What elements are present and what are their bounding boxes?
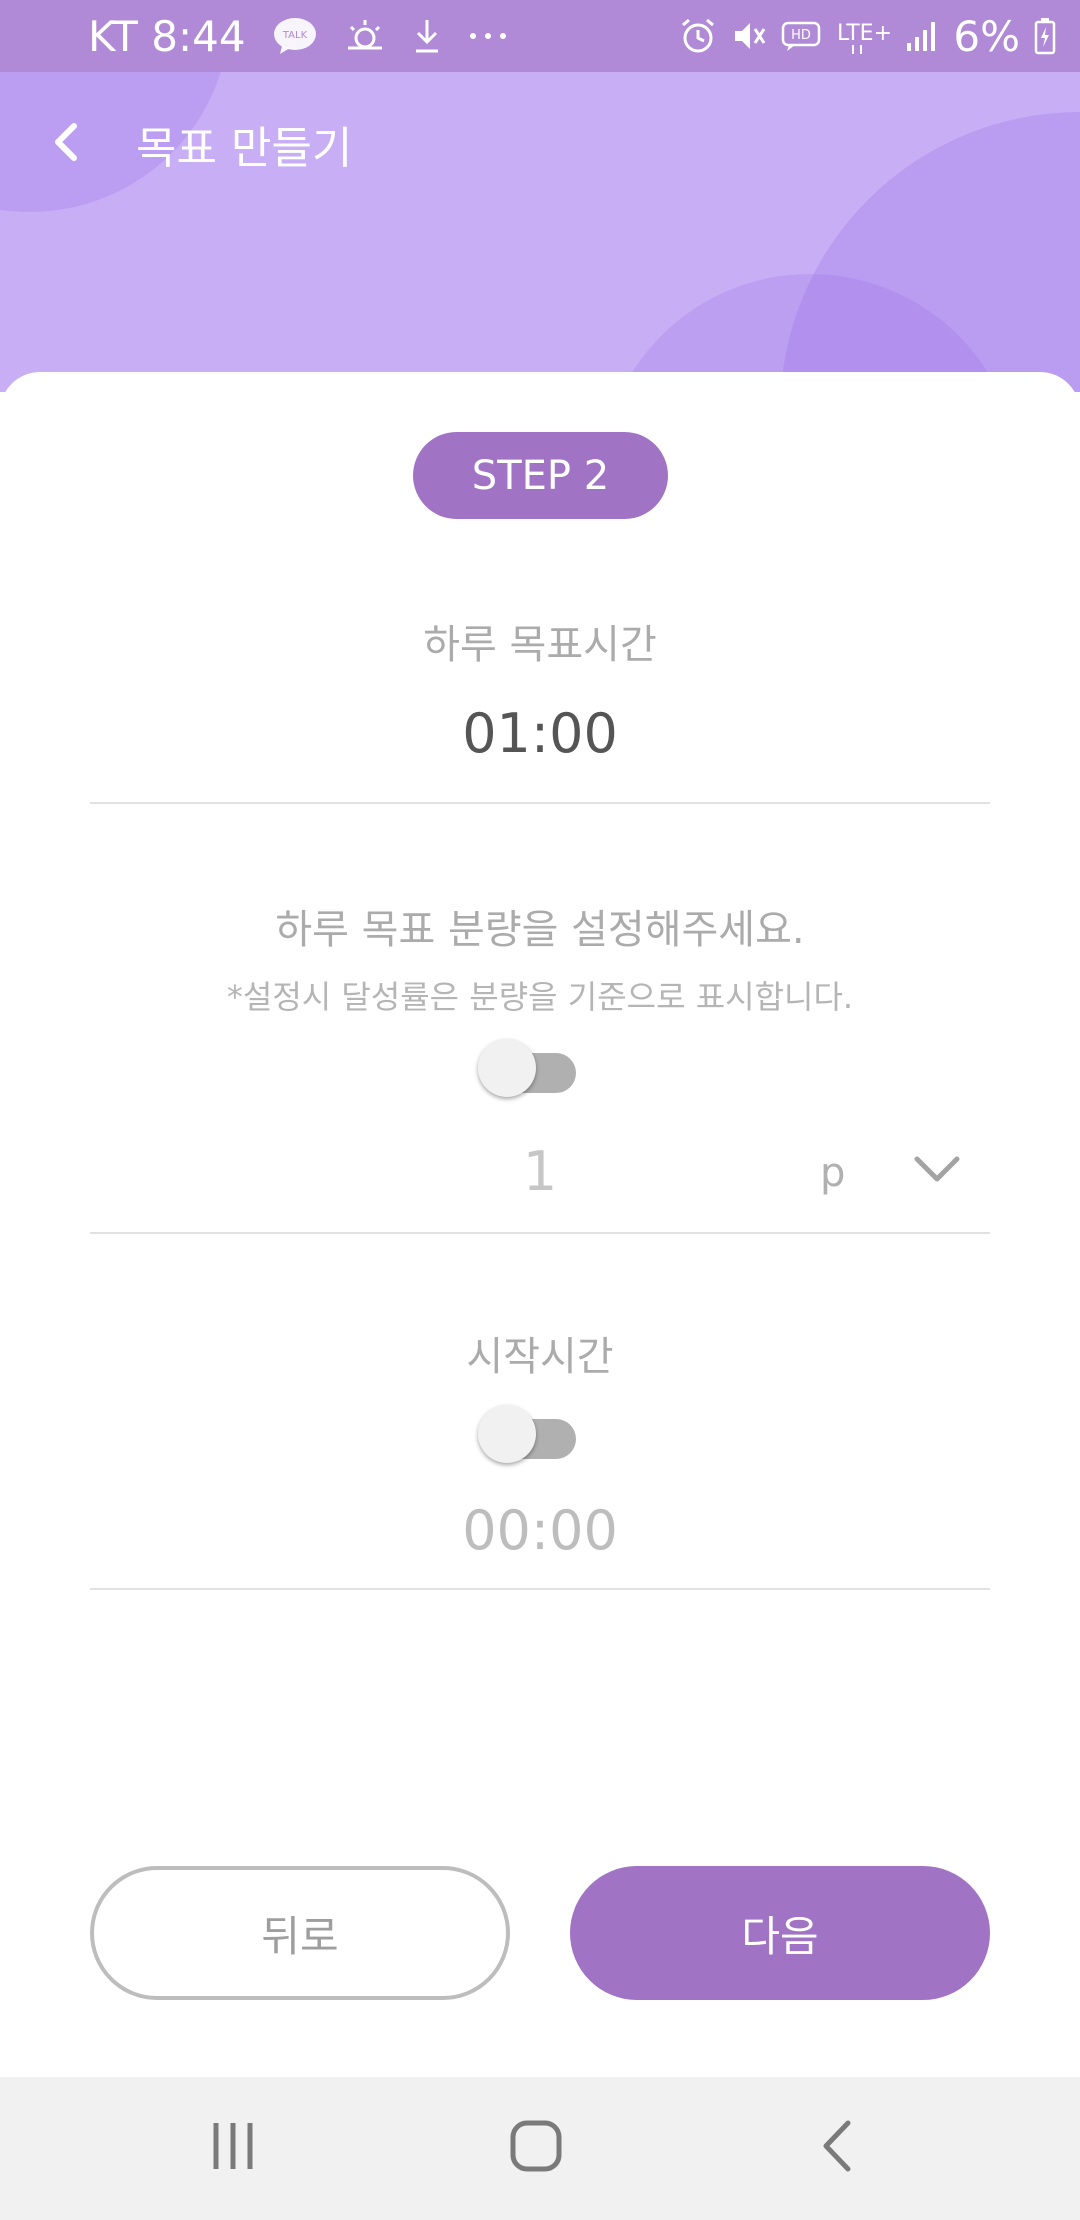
- lte-plus-icon: LTE+: [835, 16, 891, 56]
- status-left: KT 8:44 TALK: [88, 12, 679, 61]
- divider: [90, 1232, 990, 1234]
- daily-amount-note: *설정시 달성률은 분량을 기준으로 표시합니다.: [226, 978, 854, 1016]
- more-dots-icon: [468, 31, 508, 41]
- home-icon[interactable]: [508, 2117, 564, 2175]
- signal-icon: [905, 19, 939, 53]
- toggle-thumb: [478, 1039, 536, 1097]
- download-icon: [412, 18, 442, 54]
- divider: [90, 1588, 990, 1590]
- divider: [90, 802, 990, 804]
- back-button[interactable]: 뒤로: [90, 1866, 510, 2000]
- svg-text:TALK: TALK: [281, 30, 307, 41]
- svg-text:HD: HD: [791, 28, 811, 43]
- start-time-value[interactable]: 00:00: [0, 1499, 1080, 1562]
- mute-icon: [731, 18, 767, 54]
- weather-icon: [344, 18, 386, 54]
- navigation-bar: [0, 2077, 1080, 2220]
- screen: KT 8:44 TALK HD LTE+ 6% 목표 만들기 STEP 2 하루…: [0, 0, 1080, 2220]
- status-right: HD LTE+ 6%: [679, 12, 1056, 61]
- start-time-toggle[interactable]: [478, 1405, 576, 1465]
- unit-select[interactable]: p: [820, 1150, 845, 1196]
- daily-amount-value[interactable]: 1: [480, 1140, 600, 1203]
- svg-text:LTE+: LTE+: [837, 21, 891, 46]
- daily-goal-time-value[interactable]: 01:00: [0, 702, 1080, 765]
- daily-amount-label: 하루 목표 분량을 설정해주세요.: [275, 907, 805, 953]
- toggle-thumb: [478, 1405, 536, 1463]
- daily-goal-time-label: 하루 목표시간: [423, 622, 657, 668]
- battery-text: 6%: [953, 11, 1020, 61]
- kakaotalk-icon: TALK: [272, 16, 318, 56]
- status-bar: KT 8:44 TALK HD LTE+ 6%: [0, 0, 1080, 72]
- next-button[interactable]: 다음: [570, 1866, 990, 2000]
- back-icon[interactable]: [818, 2117, 858, 2175]
- battery-charging-icon: [1034, 17, 1056, 55]
- step-badge: STEP 2: [413, 432, 668, 519]
- page-title: 목표 만들기: [136, 123, 353, 174]
- hd-icon: HD: [781, 20, 821, 52]
- recent-apps-icon[interactable]: [208, 2117, 258, 2175]
- alarm-icon: [679, 17, 717, 55]
- start-time-label: 시작시간: [466, 1334, 614, 1380]
- daily-amount-toggle[interactable]: [478, 1039, 576, 1099]
- content-card: STEP 2 하루 목표시간 01:00 하루 목표 분량을 설정해주세요. *…: [0, 372, 1080, 2077]
- decorative-circle: [780, 112, 1080, 392]
- chevron-left-icon[interactable]: [44, 116, 88, 168]
- chevron-down-icon[interactable]: [912, 1152, 962, 1186]
- header: 목표 만들기: [0, 72, 1080, 392]
- status-time: KT 8:44: [88, 11, 246, 61]
